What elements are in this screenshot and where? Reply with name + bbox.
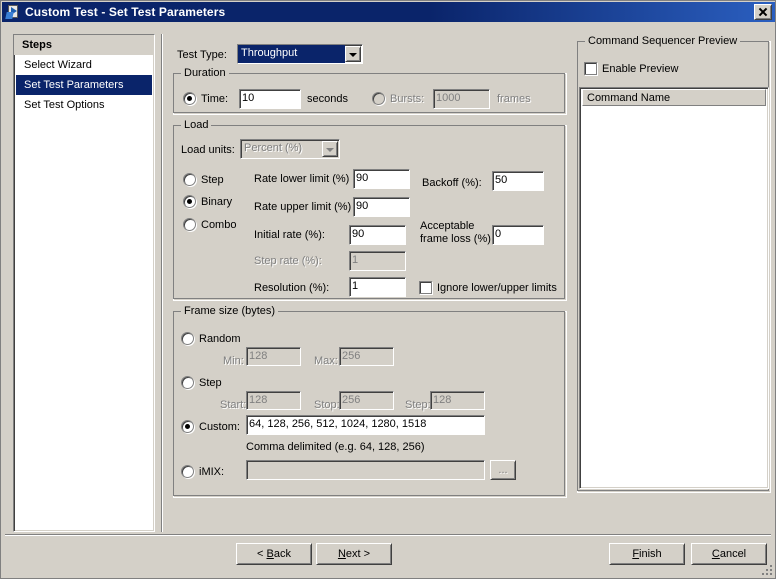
step-item-set-test-parameters[interactable]: Set Test Parameters bbox=[16, 75, 152, 95]
next-button[interactable]: Next > bbox=[316, 543, 392, 565]
load-mode-combo-label: Combo bbox=[201, 219, 237, 231]
frame-size-step-radio[interactable] bbox=[181, 376, 194, 389]
finish-button[interactable]: Finish bbox=[609, 543, 685, 565]
frame-size-imix-input bbox=[246, 460, 485, 480]
initial-rate-label: Initial rate (%): bbox=[254, 229, 325, 241]
step-item-set-test-options[interactable]: Set Test Options bbox=[16, 95, 152, 115]
step-increment-input: 128 bbox=[430, 391, 485, 410]
random-max-label: Max: bbox=[314, 355, 338, 367]
step-start-label: Start: bbox=[220, 399, 247, 411]
random-min-input: 128 bbox=[246, 347, 301, 366]
test-type-value: Throughput bbox=[238, 45, 345, 63]
acceptable-frame-loss-label-line2: frame loss (%) bbox=[420, 233, 491, 245]
load-mode-step-radio[interactable] bbox=[183, 173, 196, 186]
backoff-label: Backoff (%): bbox=[422, 177, 482, 189]
dialog-window: Custom Test - Set Test Parameters Steps … bbox=[0, 0, 776, 579]
frame-size-random-radio[interactable] bbox=[181, 332, 194, 345]
rate-lower-limit-input[interactable]: 90 bbox=[353, 169, 410, 189]
back-button[interactable]: < Back bbox=[236, 543, 312, 565]
step-rate-label: Step rate (%): bbox=[254, 255, 322, 267]
resolution-label: Resolution (%): bbox=[254, 282, 330, 294]
cancel-button[interactable]: Cancel bbox=[691, 543, 767, 565]
duration-bursts-input: 1000 bbox=[433, 89, 490, 109]
step-increment-label: Step: bbox=[405, 399, 431, 411]
frame-size-custom-input[interactable]: 64, 128, 256, 512, 1024, 1280, 1518 bbox=[246, 415, 485, 435]
cancel-button-label: Cancel bbox=[711, 548, 747, 560]
duration-time-units: seconds bbox=[307, 93, 348, 105]
load-units-combo: Percent (%) bbox=[240, 139, 340, 159]
acceptable-frame-loss-label-line1: Acceptable bbox=[420, 220, 475, 232]
test-type-label: Test Type: bbox=[177, 49, 227, 61]
next-button-label: Next > bbox=[337, 548, 371, 560]
steps-panel: Steps Select Wizard Set Test Parameters … bbox=[13, 34, 155, 532]
load-units-value: Percent (%) bbox=[244, 142, 303, 154]
step-stop-label: Stop: bbox=[314, 399, 340, 411]
random-min-label: Min: bbox=[223, 355, 244, 367]
frame-size-custom-hint: Comma delimited (e.g. 64, 128, 256) bbox=[246, 441, 425, 453]
wizard-icon bbox=[5, 4, 22, 20]
chevron-down-icon bbox=[322, 141, 338, 157]
command-name-column-header[interactable]: Command Name bbox=[582, 89, 766, 106]
duration-bursts-units: frames bbox=[497, 93, 531, 105]
preview-legend: Command Sequencer Preview bbox=[585, 35, 741, 47]
frame-size-imix-label: iMIX: bbox=[199, 466, 225, 478]
window-title: Custom Test - Set Test Parameters bbox=[25, 5, 226, 19]
frame-size-random-label: Random bbox=[199, 333, 241, 345]
duration-time-radio[interactable] bbox=[183, 92, 196, 105]
test-type-combo[interactable]: Throughput bbox=[237, 44, 363, 64]
load-mode-step-label: Step bbox=[201, 174, 224, 186]
footer-divider bbox=[5, 534, 771, 536]
duration-legend: Duration bbox=[181, 67, 229, 79]
step-item-select-wizard[interactable]: Select Wizard bbox=[16, 55, 152, 75]
finish-button-label: Finish bbox=[632, 548, 662, 560]
frame-size-custom-radio[interactable] bbox=[181, 420, 194, 433]
duration-bursts-radio[interactable] bbox=[372, 92, 385, 105]
load-units-label: Load units: bbox=[181, 144, 235, 156]
imix-browse-button: ... bbox=[490, 460, 516, 480]
ignore-limits-label: Ignore lower/upper limits bbox=[437, 282, 557, 294]
step-start-input: 128 bbox=[246, 391, 301, 410]
command-list[interactable] bbox=[579, 87, 769, 489]
title-bar: Custom Test - Set Test Parameters bbox=[2, 2, 775, 22]
backoff-input[interactable]: 50 bbox=[492, 171, 544, 191]
back-button-label: < Back bbox=[257, 548, 291, 560]
initial-rate-input[interactable]: 90 bbox=[349, 225, 406, 245]
rate-upper-limit-label: Rate upper limit (%) bbox=[254, 201, 352, 213]
random-max-input: 256 bbox=[339, 347, 394, 366]
step-rate-input: 1 bbox=[349, 251, 406, 271]
load-mode-binary-radio[interactable] bbox=[183, 195, 196, 208]
enable-preview-label: Enable Preview bbox=[602, 63, 679, 75]
chevron-down-icon[interactable] bbox=[345, 46, 361, 62]
steps-header: Steps bbox=[14, 35, 154, 55]
step-stop-input: 256 bbox=[339, 391, 394, 410]
load-mode-binary-label: Binary bbox=[201, 196, 233, 208]
frame-size-legend: Frame size (bytes) bbox=[181, 305, 279, 317]
panel-divider bbox=[161, 34, 163, 532]
acceptable-frame-loss-input[interactable]: 0 bbox=[492, 225, 544, 245]
rate-upper-limit-input[interactable]: 90 bbox=[353, 197, 410, 217]
duration-time-input[interactable]: 10 bbox=[239, 89, 301, 109]
resolution-input[interactable]: 1 bbox=[349, 277, 406, 297]
resize-grip[interactable] bbox=[760, 563, 772, 575]
enable-preview-checkbox[interactable] bbox=[584, 62, 597, 75]
frame-size-imix-radio[interactable] bbox=[181, 465, 194, 478]
frame-size-step-label: Step bbox=[199, 377, 222, 389]
load-mode-combo-radio[interactable] bbox=[183, 218, 196, 231]
duration-bursts-label: Bursts: bbox=[390, 93, 425, 105]
duration-time-label: Time: bbox=[201, 93, 229, 105]
rate-lower-limit-label: Rate lower limit (%) bbox=[254, 173, 350, 185]
frame-size-custom-label: Custom: bbox=[199, 421, 240, 433]
close-button[interactable] bbox=[754, 4, 772, 20]
ignore-limits-checkbox[interactable] bbox=[419, 281, 432, 294]
load-legend: Load bbox=[181, 119, 212, 131]
